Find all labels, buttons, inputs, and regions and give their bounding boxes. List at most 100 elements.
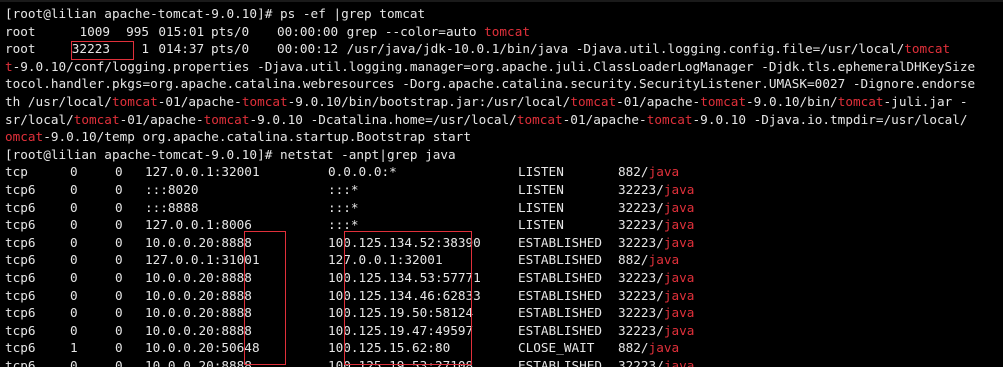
net-recvq: 0 <box>70 199 78 215</box>
output-text: -9.0.10/conf/logging.properties -Djava.u… <box>12 58 976 74</box>
net-state: LISTEN <box>518 217 564 233</box>
ps-match-highlight: tomcat <box>904 41 951 57</box>
output-text: tocol.handler.pkgs=org.apache.catalina.w… <box>5 76 976 92</box>
net-pid: 882/ <box>618 164 649 180</box>
net-pid: 32223/ <box>618 217 664 233</box>
shell-prompt: [root@lilian apache-tomcat-9.0.10]# <box>5 6 273 21</box>
net-foreign-address: :::* <box>328 181 359 197</box>
ps-command: grep --color=auto <box>346 23 485 39</box>
net-local-address: 10.0.0.20:8888 <box>145 305 252 321</box>
net-state: ESTABLISHED <box>518 322 603 338</box>
net-program-highlight: java <box>663 287 695 303</box>
output-text: -01/apache- <box>616 93 701 109</box>
net-state: ESTABLISHED <box>518 287 603 303</box>
shell-prompt: [root@lilian apache-tomcat-9.0.10]# <box>5 146 273 162</box>
grep-match-highlight: tomcat <box>516 111 563 127</box>
net-recvq: 0 <box>70 181 78 197</box>
net-proto: tcp6 <box>5 234 36 250</box>
ps-user: root <box>5 41 36 57</box>
net-local-address: 127.0.0.1:8006 <box>145 217 252 233</box>
net-foreign-address: 100.125.19.53:27108 <box>328 357 474 367</box>
net-program-highlight: java <box>663 181 695 197</box>
ps-command-line: [root@lilian apache-tomcat-9.0.10]# ps -… <box>5 5 1003 23</box>
shell-command: netstat -anpt|grep java <box>280 146 456 162</box>
netstat-row: tcp6 0 0 127.0.0.1:8006:::* LISTEN 32223/java <box>5 216 1003 234</box>
grep-match-highlight: tomcat <box>73 111 120 127</box>
output-text: th /usr/local/ <box>5 93 112 109</box>
netstat-output: tcp 0 0 127.0.0.1:32001 0.0.0.0:* LISTEN 882/j… <box>5 163 1003 367</box>
grep-match-highlight: tomcat <box>241 93 288 109</box>
net-foreign-address: 100.125.15.62:80 <box>328 340 451 356</box>
net-foreign-address: 100.125.134.52:38390 <box>328 234 481 250</box>
net-sendq: 0 <box>115 181 123 197</box>
net-foreign-address: 100.125.134.53:57771 <box>328 269 481 285</box>
netstat-row: tcp6 0 0:::8888:::* LISTEN 32223/java <box>5 199 1003 217</box>
net-sendq: 0 <box>115 217 123 233</box>
net-sendq: 0 <box>115 357 123 367</box>
net-state: ESTABLISHED <box>518 305 603 321</box>
net-sendq: 0 <box>115 322 123 338</box>
net-pid: 32223/ <box>618 234 664 250</box>
net-foreign-address: 127.0.0.1:32001 <box>328 252 443 268</box>
net-program-highlight: java <box>663 217 695 233</box>
net-program-highlight: java <box>648 340 680 356</box>
wrapped-line: sr/local/tomcat-01/apache-tomcat-9.0.10 … <box>5 111 1003 129</box>
netstat-row: tcp6 0 0 10.0.0.20:8888 100.125.134.52:38390… <box>5 234 1003 252</box>
netstat-row: tcp6 0 0:::8020:::* LISTEN 32223/java <box>5 181 1003 199</box>
terminal-window[interactable]: [root@lilian apache-tomcat-9.0.10]# ps -… <box>0 0 1003 367</box>
ps-stime: 14:37 <box>166 41 205 57</box>
net-state: LISTEN <box>518 181 564 197</box>
ps-row: root 32223 1 014:37 pts/0 00:00:12 /usr/java/… <box>5 40 1003 58</box>
output-text: -9.0.10/temp org.apache.catalina.startup… <box>43 129 471 145</box>
net-foreign-address: 100.125.134.46:62833 <box>328 287 481 303</box>
netstat-row: tcp6 0 0 10.0.0.20:8888 100.125.19.47:49597 E… <box>5 322 1003 340</box>
net-foreign-address: 100.125.19.47:49597 <box>328 322 474 338</box>
grep-match-highlight: tomcat <box>203 111 250 127</box>
net-sendq: 0 <box>115 287 123 303</box>
output-text: -9.0.10/bin/bootstrap.jar:/usr/local/ <box>287 93 571 109</box>
net-state: ESTABLISHED <box>518 357 603 367</box>
net-sendq: 0 <box>115 305 123 321</box>
grep-match-highlight: t <box>5 58 13 74</box>
net-program-highlight: java <box>663 199 695 215</box>
shell-command: ps -ef |grep tomcat <box>280 6 426 21</box>
net-recvq: 0 <box>70 164 78 180</box>
net-proto: tcp6 <box>5 181 36 197</box>
ps-output: root 1009 995 015:01 pts/0 00:00:00 grep --co… <box>5 23 1003 58</box>
net-local-address: 127.0.0.1:32001 <box>145 164 260 180</box>
net-state: LISTEN <box>518 164 564 180</box>
output-text: sr/local/ <box>5 111 74 127</box>
ps-pid: 32223 <box>71 41 110 57</box>
output-text: -01/apache- <box>157 93 242 109</box>
net-sendq: 0 <box>115 340 123 356</box>
net-sendq: 0 <box>115 199 123 215</box>
netstat-row: tcp6 1 0 10.0.0.20:50648 100.125.15.62:80 CLO… <box>5 339 1003 357</box>
net-state: ESTABLISHED <box>518 252 603 268</box>
grep-match-highlight: tomcat <box>111 93 158 109</box>
net-sendq: 0 <box>115 234 123 250</box>
ps-c: 0 <box>158 41 166 57</box>
grep-match-highlight: tomcat <box>646 111 693 127</box>
output-text: -juli.jar - <box>883 93 968 109</box>
ps-command: /usr/java/jdk-10.0.1/bin/java -Djava.uti… <box>346 41 905 57</box>
net-proto: tcp6 <box>5 199 36 215</box>
wrapped-line: th /usr/local/tomcat-01/apache-tomcat-9.… <box>5 93 1003 111</box>
net-pid: 32223/ <box>618 357 664 367</box>
net-proto: tcp <box>5 164 28 180</box>
ps-row: root 1009 995 015:01 pts/0 00:00:00 grep --co… <box>5 23 1003 41</box>
net-proto: tcp6 <box>5 340 36 356</box>
net-local-address: 10.0.0.20:8888 <box>145 322 252 338</box>
netstat-row: tcp6 0 0 10.0.0.20:8888 100.125.19.53:27108 E… <box>5 357 1003 367</box>
net-program-highlight: java <box>663 357 695 367</box>
net-local-address: 10.0.0.20:8888 <box>145 269 252 285</box>
net-local-address: 127.0.0.1:31001 <box>145 252 260 268</box>
grep-match-highlight: tomcat <box>700 93 747 109</box>
ps-time: 00:00:12 <box>277 41 339 57</box>
net-recvq: 0 <box>70 234 78 250</box>
net-proto: tcp6 <box>5 305 36 321</box>
wrapped-line: t-9.0.10/conf/logging.properties -Djava.… <box>5 58 1003 76</box>
net-state: ESTABLISHED <box>518 234 603 250</box>
net-pid: 32223/ <box>618 199 664 215</box>
net-state: LISTEN <box>518 199 564 215</box>
net-state: CLOSE_WAIT <box>518 340 595 356</box>
